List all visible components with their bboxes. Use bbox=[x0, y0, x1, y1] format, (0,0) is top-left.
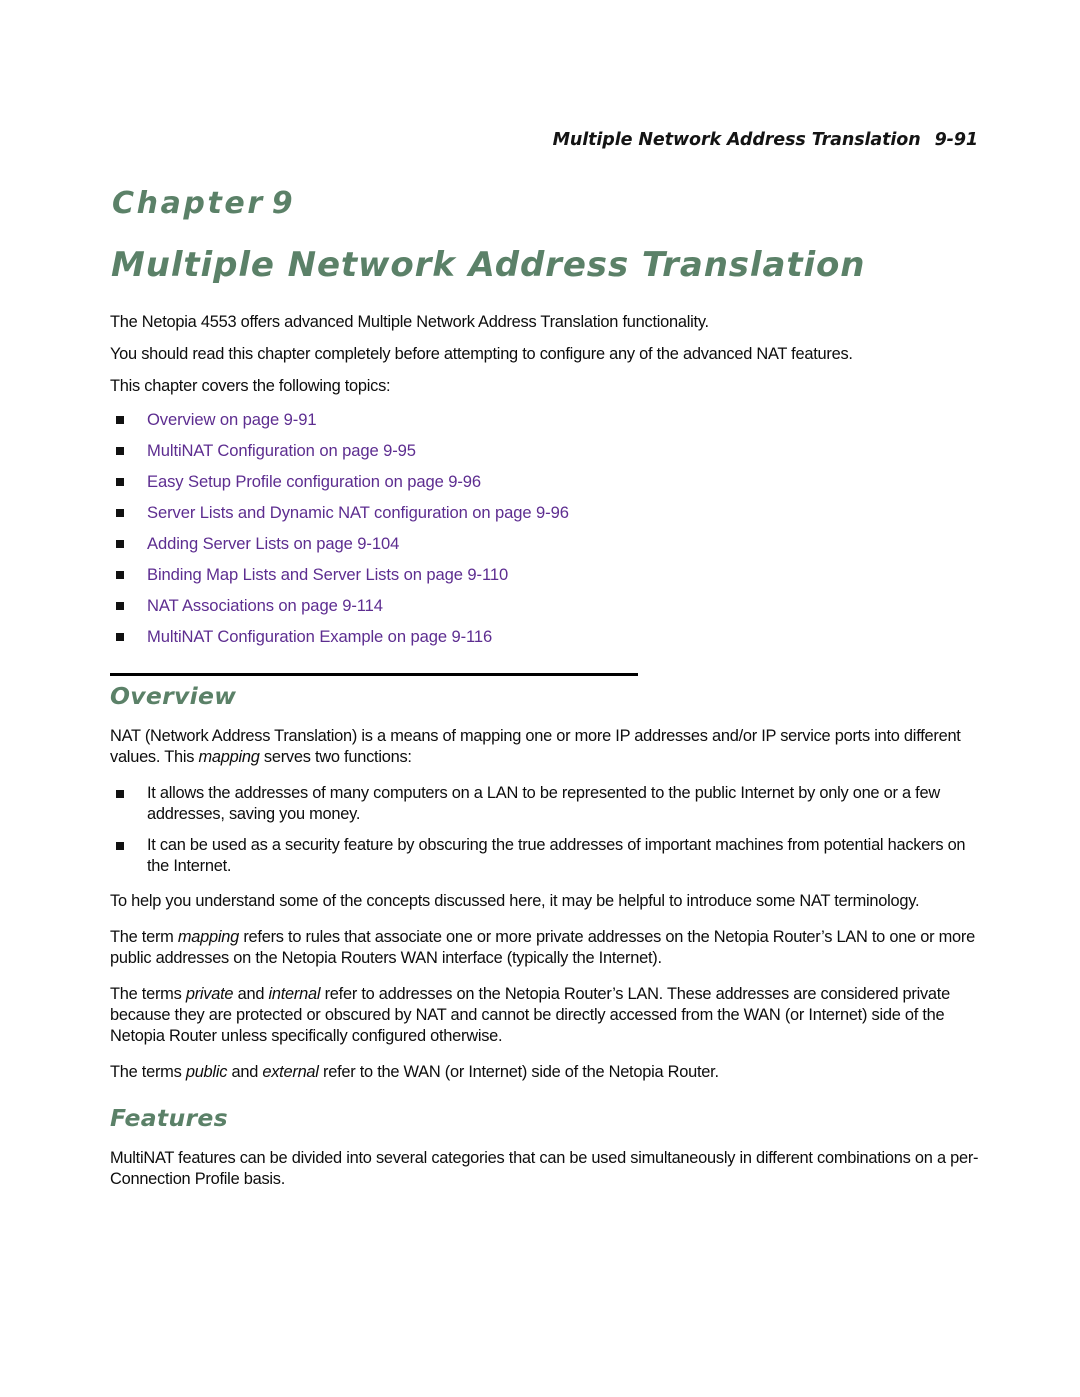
bullet-square-icon bbox=[116, 790, 124, 798]
private-a: The terms bbox=[110, 985, 186, 1003]
list-item[interactable]: Easy Setup Profile configuration on page… bbox=[110, 470, 982, 501]
document-page: Multiple Network Address Translation 9-91… bbox=[0, 0, 1080, 1397]
bullet-square-icon bbox=[116, 416, 124, 424]
section-divider bbox=[110, 673, 638, 676]
chapter-label-word: Chapter bbox=[112, 186, 265, 221]
toc-link[interactable]: Adding Server Lists on page 9-104 bbox=[147, 534, 399, 553]
bullet-square-icon bbox=[116, 478, 124, 486]
running-header-page-number: 9-91 bbox=[934, 130, 979, 150]
public-a: The terms bbox=[110, 1063, 186, 1081]
public-b: refer to the WAN (or Internet) side of t… bbox=[318, 1063, 719, 1081]
toc-link[interactable]: Easy Setup Profile configuration on page… bbox=[147, 472, 481, 491]
bullet-square-icon bbox=[116, 540, 124, 548]
private-mid: and bbox=[233, 985, 269, 1003]
page-title: Multiple Network Address Translation bbox=[111, 245, 866, 285]
overview-intro-italic: mapping bbox=[198, 748, 260, 766]
list-item[interactable]: MultiNAT Configuration on page 9-95 bbox=[110, 439, 982, 470]
intro-section: The Netopia 4553 offers advanced Multipl… bbox=[110, 312, 982, 408]
bullet-square-icon bbox=[116, 447, 124, 455]
features-paragraph: MultiNAT features can be divided into se… bbox=[110, 1149, 979, 1188]
intro-paragraph-1: The Netopia 4553 offers advanced Multipl… bbox=[110, 313, 709, 331]
list-item[interactable]: Overview on page 9-91 bbox=[110, 408, 982, 439]
toc-list: Overview on page 9-91 MultiNAT Configura… bbox=[110, 408, 982, 656]
intro-paragraph-3: This chapter covers the following topics… bbox=[110, 377, 391, 395]
section-heading-overview: Overview bbox=[110, 682, 237, 710]
public-italic-2: external bbox=[262, 1063, 319, 1081]
bullet-square-icon bbox=[116, 509, 124, 517]
overview-mapping-paragraph: The term mapping refers to rules that as… bbox=[110, 927, 982, 969]
toc-link[interactable]: Binding Map Lists and Server Lists on pa… bbox=[147, 565, 508, 584]
private-italic-1: private bbox=[185, 985, 234, 1003]
toc-link[interactable]: NAT Associations on page 9-114 bbox=[147, 596, 383, 615]
intro-paragraph-2: You should read this chapter completely … bbox=[110, 345, 853, 363]
running-header: Multiple Network Address Translation 9-91 bbox=[110, 130, 979, 150]
list-item[interactable]: Adding Server Lists on page 9-104 bbox=[110, 532, 982, 563]
toc-link[interactable]: MultiNAT Configuration on page 9-95 bbox=[147, 441, 416, 460]
mapping-italic: mapping bbox=[177, 928, 240, 946]
overview-intro-paragraph: NAT (Network Address Translation) is a m… bbox=[110, 726, 982, 768]
overview-bullet-list: It allows the addresses of many computer… bbox=[110, 783, 982, 877]
list-item[interactable]: Binding Map Lists and Server Lists on pa… bbox=[110, 563, 982, 594]
toc-link[interactable]: Overview on page 9-91 bbox=[147, 410, 317, 429]
list-item[interactable]: MultiNAT Configuration Example on page 9… bbox=[110, 625, 982, 656]
bullet-square-icon bbox=[116, 633, 124, 641]
toc-link[interactable]: Server Lists and Dynamic NAT configurati… bbox=[147, 503, 569, 522]
mapping-b: refers to rules that associate one or mo… bbox=[110, 928, 975, 967]
overview-private-paragraph: The terms private and internal refer to … bbox=[110, 984, 982, 1047]
overview-intro-b: serves two functions: bbox=[259, 748, 412, 766]
chapter-label: Chapter 9 bbox=[112, 186, 293, 221]
bullet-square-icon bbox=[116, 602, 124, 610]
overview-section: NAT (Network Address Translation) is a m… bbox=[110, 726, 982, 1098]
mapping-a: The term bbox=[110, 928, 178, 946]
toc-link[interactable]: MultiNAT Configuration Example on page 9… bbox=[147, 627, 492, 646]
bullet-text: It allows the addresses of many computer… bbox=[147, 784, 940, 823]
chapter-number: 9 bbox=[271, 186, 293, 221]
public-italic-1: public bbox=[185, 1063, 228, 1081]
overview-heading-block: Overview bbox=[110, 673, 982, 710]
bullet-square-icon bbox=[116, 842, 124, 850]
running-header-title: Multiple Network Address Translation bbox=[552, 130, 921, 150]
list-item[interactable]: Server Lists and Dynamic NAT configurati… bbox=[110, 501, 982, 532]
list-item: It can be used as a security feature by … bbox=[110, 835, 982, 877]
section-heading-features: Features bbox=[110, 1104, 228, 1132]
overview-public-paragraph: The terms public and external refer to t… bbox=[110, 1062, 982, 1083]
features-body: MultiNAT features can be divided into se… bbox=[110, 1148, 982, 1205]
chapter-topics-list: Overview on page 9-91 MultiNAT Configura… bbox=[110, 408, 982, 656]
bullet-square-icon bbox=[116, 571, 124, 579]
features-section: Features bbox=[110, 1098, 982, 1132]
public-mid: and bbox=[227, 1063, 263, 1081]
private-italic-2: internal bbox=[268, 985, 321, 1003]
list-item: It allows the addresses of many computer… bbox=[110, 783, 982, 825]
bullet-text: It can be used as a security feature by … bbox=[147, 836, 966, 875]
list-item[interactable]: NAT Associations on page 9-114 bbox=[110, 594, 982, 625]
overview-terminology-paragraph: To help you understand some of the conce… bbox=[110, 892, 920, 910]
